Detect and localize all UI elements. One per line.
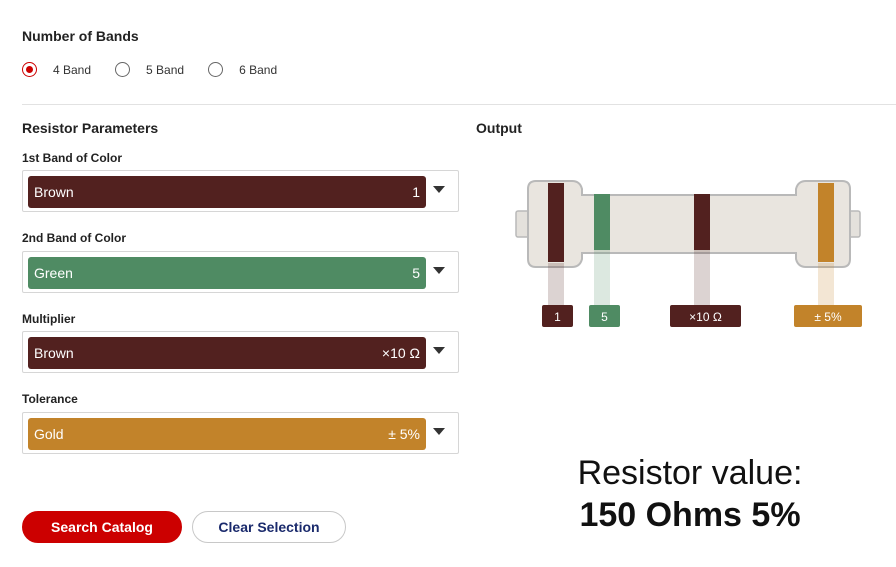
multiplier-label: Multiplier bbox=[22, 312, 76, 326]
chevron-down-icon[interactable] bbox=[433, 267, 445, 274]
band-3-leader bbox=[694, 249, 710, 305]
resistor-body bbox=[527, 180, 851, 268]
resistor-band-2 bbox=[594, 194, 610, 250]
tolerance-select[interactable]: Gold ± 5% bbox=[22, 412, 459, 454]
band-2-tag: 5 bbox=[589, 305, 620, 327]
radio-6-band[interactable]: 6 Band bbox=[208, 62, 277, 77]
chevron-down-icon[interactable] bbox=[433, 186, 445, 193]
radio-circle-icon[interactable] bbox=[115, 62, 131, 77]
resistor-value-text: 150 Ohms 5% bbox=[579, 496, 801, 534]
resistor-band-3 bbox=[694, 194, 710, 250]
clear-selection-button[interactable]: Clear Selection bbox=[192, 511, 346, 543]
chevron-down-icon[interactable] bbox=[433, 428, 445, 435]
first-band-select[interactable]: Brown 1 bbox=[22, 170, 459, 212]
radio-label-5-band: 5 Band bbox=[146, 62, 185, 77]
tolerance-value: ± 5% bbox=[388, 426, 420, 442]
second-band-swatch: Green 5 bbox=[28, 257, 426, 289]
resistor-value-label: Resistor value: bbox=[577, 454, 803, 492]
resistor-diagram: 1 5 ×10 Ω ± 5% bbox=[515, 180, 862, 327]
first-band-label: 1st Band of Color bbox=[22, 151, 123, 165]
second-band-label: 2nd Band of Color bbox=[22, 231, 126, 245]
second-band-value: 5 bbox=[412, 265, 420, 281]
tolerance-swatch: Gold ± 5% bbox=[28, 418, 426, 450]
resistor-band-1 bbox=[548, 183, 564, 262]
search-catalog-button[interactable]: Search Catalog bbox=[22, 511, 182, 543]
second-band-color-name: Green bbox=[34, 265, 73, 281]
output-title: Output bbox=[476, 120, 522, 136]
multiplier-color-name: Brown bbox=[34, 345, 74, 361]
radio-label-6-band: 6 Band bbox=[239, 62, 278, 77]
band-1-leader bbox=[548, 263, 564, 305]
band-2-leader bbox=[594, 249, 610, 305]
chevron-down-icon[interactable] bbox=[433, 347, 445, 354]
radio-4-band[interactable]: 4 Band bbox=[22, 62, 91, 77]
tolerance-label: Tolerance bbox=[22, 392, 78, 406]
band-4-leader bbox=[818, 263, 834, 305]
multiplier-select[interactable]: Brown ×10 Ω bbox=[22, 331, 459, 373]
resistor-parameters-title: Resistor Parameters bbox=[22, 120, 159, 136]
first-band-value: 1 bbox=[412, 184, 420, 200]
tolerance-color-name: Gold bbox=[34, 426, 64, 442]
resistor-value-result: Resistor value: 150 Ohms 5% bbox=[560, 453, 820, 537]
number-of-bands-title: Number of Bands bbox=[22, 28, 139, 44]
band-count-radio-group: 4 Band 5 Band 6 Band bbox=[22, 62, 301, 77]
first-band-swatch: Brown 1 bbox=[28, 176, 426, 208]
band-3-tag-text: ×10 Ω bbox=[689, 310, 722, 324]
multiplier-value: ×10 Ω bbox=[381, 345, 420, 361]
first-band-color-name: Brown bbox=[34, 184, 74, 200]
band-1-tag-text: 1 bbox=[554, 310, 561, 324]
radio-label-4-band: 4 Band bbox=[53, 62, 92, 77]
band-4-tag: ± 5% bbox=[794, 305, 862, 327]
resistor-band-4 bbox=[818, 183, 834, 262]
multiplier-swatch: Brown ×10 Ω bbox=[28, 337, 426, 369]
band-1-tag: 1 bbox=[542, 305, 573, 327]
band-3-tag: ×10 Ω bbox=[670, 305, 741, 327]
second-band-select[interactable]: Green 5 bbox=[22, 251, 459, 293]
section-divider bbox=[22, 104, 896, 105]
radio-circle-icon[interactable] bbox=[22, 62, 37, 77]
band-2-tag-text: 5 bbox=[601, 310, 608, 324]
radio-5-band[interactable]: 5 Band bbox=[115, 62, 184, 77]
band-4-tag-text: ± 5% bbox=[814, 310, 842, 324]
radio-circle-icon[interactable] bbox=[208, 62, 224, 77]
